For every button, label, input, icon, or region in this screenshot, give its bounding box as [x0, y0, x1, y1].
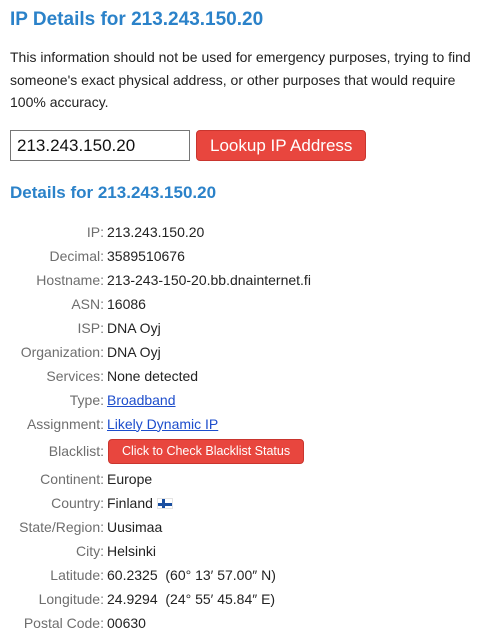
disclaimer-text: This information should not be used for … [10, 49, 471, 110]
country-label: Country: [51, 494, 104, 511]
postal-code-label: Postal Code: [23, 614, 104, 631]
type-label: Type: [69, 391, 104, 408]
page-title: IP Details for 213.243.150.20 [10, 9, 264, 30]
details-table: IP: 213.243.150.20 Decimal: 3589510676 H… [10, 220, 311, 635]
detail-row-services: Services: None detected [10, 364, 311, 388]
city-label: City: [76, 542, 104, 559]
detail-row-isp: ISP: DNA Oyj [10, 316, 311, 340]
detail-row-city: City: Helsinki [10, 539, 311, 563]
ip-value: 213.243.150.20 [107, 223, 205, 240]
blacklist-label: Blacklist: [48, 443, 104, 459]
organization-value: DNA Oyj [107, 343, 161, 360]
isp-value: DNA Oyj [107, 319, 161, 336]
services-label: Services: [46, 367, 104, 384]
assignment-label: Assignment: [26, 415, 104, 432]
detail-row-ip: IP: 213.243.150.20 [10, 220, 311, 244]
city-value: Helsinki [107, 542, 157, 559]
asn-value: 16086 [107, 295, 146, 312]
latitude-dms: (60° 13′ 57.00″ N) [165, 566, 276, 583]
decimal-value: 3589510676 [107, 247, 185, 264]
detail-row-organization: Organization: DNA Oyj [10, 340, 311, 364]
hostname-label: Hostname: [36, 271, 104, 288]
continent-label: Continent: [40, 470, 104, 487]
continent-value: Europe [107, 470, 153, 487]
detail-row-blacklist: Blacklist: Click to Check Blacklist Stat… [10, 436, 311, 467]
asn-label: ASN: [71, 295, 104, 312]
detail-row-country: Country: Finland [10, 491, 311, 515]
check-blacklist-button[interactable]: Click to Check Blacklist Status [108, 438, 305, 464]
state-region-label: State/Region: [19, 518, 104, 535]
detail-row-continent: Continent: Europe [10, 467, 311, 491]
detail-row-asn: ASN: 16086 [10, 292, 311, 316]
longitude-value: 24.9294 [107, 590, 158, 607]
lookup-ip-button[interactable]: Lookup IP Address [196, 130, 367, 161]
ip-address-input[interactable] [10, 130, 190, 161]
detail-row-type: Type: Broadband [10, 388, 311, 412]
latitude-label: Latitude: [50, 566, 104, 583]
hostname-value: 213-243-150-20.bb.dnainternet.fi [107, 271, 311, 288]
detail-row-postal-code: Postal Code: 00630 [10, 611, 311, 635]
country-value: Finland [107, 494, 153, 511]
latitude-value: 60.2325 [107, 566, 158, 583]
lookup-form: Lookup IP Address [10, 130, 475, 162]
detail-row-decimal: Decimal: 3589510676 [10, 244, 311, 268]
longitude-dms: (24° 55′ 45.84″ E) [165, 590, 276, 607]
postal-code-value: 00630 [107, 614, 146, 631]
longitude-label: Longitude: [38, 590, 104, 607]
details-heading: Details for 213.243.150.20 [10, 182, 217, 202]
services-value: None detected [107, 367, 199, 384]
ip-label: IP: [86, 223, 104, 240]
detail-row-longitude: Longitude: 24.9294 (24° 55′ 45.84″ E) [10, 587, 311, 611]
detail-row-assignment: Assignment: Likely Dynamic IP [10, 412, 311, 436]
detail-row-hostname: Hostname: 213-243-150-20.bb.dnainternet.… [10, 268, 311, 292]
detail-row-state-region: State/Region: Uusimaa [10, 515, 311, 539]
state-region-value: Uusimaa [107, 518, 163, 535]
isp-label: ISP: [77, 319, 104, 336]
decimal-label: Decimal: [49, 247, 104, 264]
assignment-link[interactable]: Likely Dynamic IP [107, 416, 218, 432]
finland-flag-icon [156, 497, 173, 509]
page-container: IP Details for 213.243.150.20 This infor… [0, 0, 485, 635]
detail-row-latitude: Latitude: 60.2325 (60° 13′ 57.00″ N) [10, 563, 311, 587]
organization-label: Organization: [20, 343, 104, 360]
type-link[interactable]: Broadband [107, 392, 176, 408]
